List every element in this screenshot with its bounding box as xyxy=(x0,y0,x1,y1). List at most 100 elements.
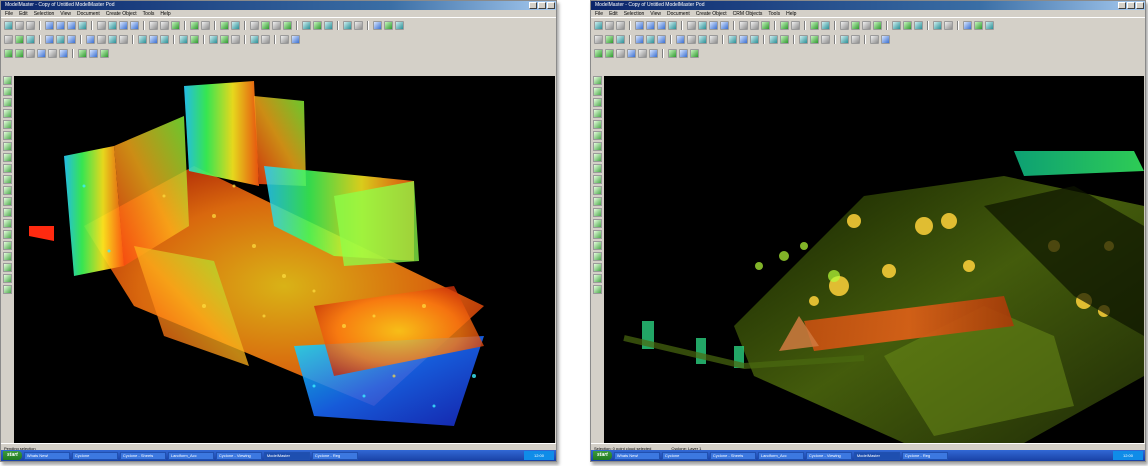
mesh-icon[interactable] xyxy=(160,21,169,30)
side-tool-icon[interactable] xyxy=(593,120,602,129)
menu-file[interactable]: File xyxy=(595,10,603,17)
green-box-icon[interactable] xyxy=(728,35,737,44)
fit-steel-icon[interactable] xyxy=(616,49,625,58)
side-tool-icon[interactable] xyxy=(3,263,12,272)
extend-icon[interactable] xyxy=(78,49,87,58)
paste-icon[interactable] xyxy=(646,35,655,44)
snap-icon[interactable] xyxy=(676,35,685,44)
side-tool-icon[interactable] xyxy=(593,142,602,151)
side-tool-icon[interactable] xyxy=(3,274,12,283)
pan-icon[interactable] xyxy=(646,21,655,30)
side-tool-icon[interactable] xyxy=(3,76,12,85)
side-tool-icon[interactable] xyxy=(593,109,602,118)
side-tool-icon[interactable] xyxy=(593,131,602,140)
taskbar-item[interactable]: Cyclone - Sheets xyxy=(709,451,756,460)
settings-icon[interactable] xyxy=(881,35,890,44)
side-tool-icon[interactable] xyxy=(3,285,12,294)
edge-icon[interactable] xyxy=(108,35,117,44)
measure-icon[interactable] xyxy=(780,21,789,30)
zoom-icon[interactable] xyxy=(45,21,54,30)
taskbar-item[interactable]: Cyclone - Reg xyxy=(311,451,358,460)
point-cloud-viewport[interactable] xyxy=(604,76,1144,443)
fit-elbow-icon[interactable] xyxy=(627,49,636,58)
light-icon[interactable] xyxy=(944,21,953,30)
note-icon[interactable] xyxy=(791,21,800,30)
undo-icon[interactable] xyxy=(373,21,382,30)
side-tool-icon[interactable] xyxy=(3,153,12,162)
taskbar-item[interactable]: ModelMaster xyxy=(853,451,900,460)
fit-reducer-icon[interactable] xyxy=(649,49,658,58)
minimize-button[interactable] xyxy=(529,2,537,9)
close-button[interactable] xyxy=(1136,2,1144,9)
fit-icon[interactable] xyxy=(668,21,677,30)
wire-icon[interactable] xyxy=(810,35,819,44)
measure-icon[interactable] xyxy=(190,21,199,30)
save-icon[interactable] xyxy=(26,35,35,44)
iso-view-icon[interactable] xyxy=(130,21,139,30)
menu-selection[interactable]: Selection xyxy=(624,10,645,17)
green-cylinder-icon[interactable] xyxy=(149,35,158,44)
fit-icon[interactable] xyxy=(78,21,87,30)
cloud-icon[interactable] xyxy=(149,21,158,30)
side-tool-icon[interactable] xyxy=(3,175,12,184)
pan-icon[interactable] xyxy=(56,21,65,30)
section-icon[interactable] xyxy=(914,21,923,30)
menu-tools[interactable]: Tools xyxy=(768,10,780,17)
fit-plane-icon[interactable] xyxy=(4,49,13,58)
side-view-icon[interactable] xyxy=(119,21,128,30)
taskbar-item[interactable]: Whats New! xyxy=(613,451,660,460)
redo-icon[interactable] xyxy=(974,21,983,30)
side-tool-icon[interactable] xyxy=(593,175,602,184)
lasso-icon[interactable] xyxy=(616,21,625,30)
wire-icon[interactable] xyxy=(220,35,229,44)
cut-icon[interactable] xyxy=(313,21,322,30)
menu-create-object[interactable]: Create Object xyxy=(106,10,137,17)
menu-selection[interactable]: Selection xyxy=(34,10,55,17)
open-icon[interactable] xyxy=(605,35,614,44)
side-tool-icon[interactable] xyxy=(593,274,602,283)
select-icon[interactable] xyxy=(605,21,614,30)
side-tool-icon[interactable] xyxy=(3,252,12,261)
minimize-button[interactable] xyxy=(1118,2,1126,9)
menu-edit[interactable]: Edit xyxy=(609,10,618,17)
side-tool-icon[interactable] xyxy=(593,197,602,206)
menu-help[interactable]: Help xyxy=(786,10,796,17)
side-tool-icon[interactable] xyxy=(3,109,12,118)
menu-crm-objects[interactable]: CRM Objects xyxy=(733,10,763,17)
front-view-icon[interactable] xyxy=(97,21,106,30)
grid-icon[interactable] xyxy=(810,21,819,30)
lasso-icon[interactable] xyxy=(26,21,35,30)
side-tool-icon[interactable] xyxy=(593,263,602,272)
open-icon[interactable] xyxy=(15,35,24,44)
cursor-icon[interactable] xyxy=(4,21,13,30)
menu-create-object[interactable]: Create Object xyxy=(696,10,727,17)
side-tool-icon[interactable] xyxy=(3,241,12,250)
delete-icon[interactable] xyxy=(657,35,666,44)
side-view-icon[interactable] xyxy=(709,21,718,30)
taskbar-item[interactable]: Landform_Acc xyxy=(167,451,214,460)
menu-document[interactable]: Document xyxy=(77,10,100,17)
import-icon[interactable] xyxy=(851,35,860,44)
taskbar-item[interactable]: Cyclone xyxy=(71,451,118,460)
color-icon[interactable] xyxy=(933,21,942,30)
rotate-icon[interactable] xyxy=(67,21,76,30)
fit-elbow-icon[interactable] xyxy=(37,49,46,58)
note-icon[interactable] xyxy=(201,21,210,30)
info-icon[interactable] xyxy=(870,35,879,44)
taskbar-item[interactable]: Cyclone xyxy=(661,451,708,460)
mesh-icon[interactable] xyxy=(750,21,759,30)
maximize-button[interactable] xyxy=(538,2,546,9)
light-icon[interactable] xyxy=(354,21,363,30)
save-icon[interactable] xyxy=(616,35,625,44)
export-icon[interactable] xyxy=(250,35,259,44)
vertex-icon[interactable] xyxy=(97,35,106,44)
menu-document[interactable]: Document xyxy=(667,10,690,17)
iso-view-icon[interactable] xyxy=(720,21,729,30)
export-icon[interactable] xyxy=(840,35,849,44)
side-tool-icon[interactable] xyxy=(3,131,12,140)
trim-icon[interactable] xyxy=(89,49,98,58)
fence-icon[interactable] xyxy=(302,21,311,30)
side-tool-icon[interactable] xyxy=(3,186,12,195)
taskbar-item[interactable]: Cyclone - Reg xyxy=(901,451,948,460)
menu-file[interactable]: File xyxy=(5,10,13,17)
